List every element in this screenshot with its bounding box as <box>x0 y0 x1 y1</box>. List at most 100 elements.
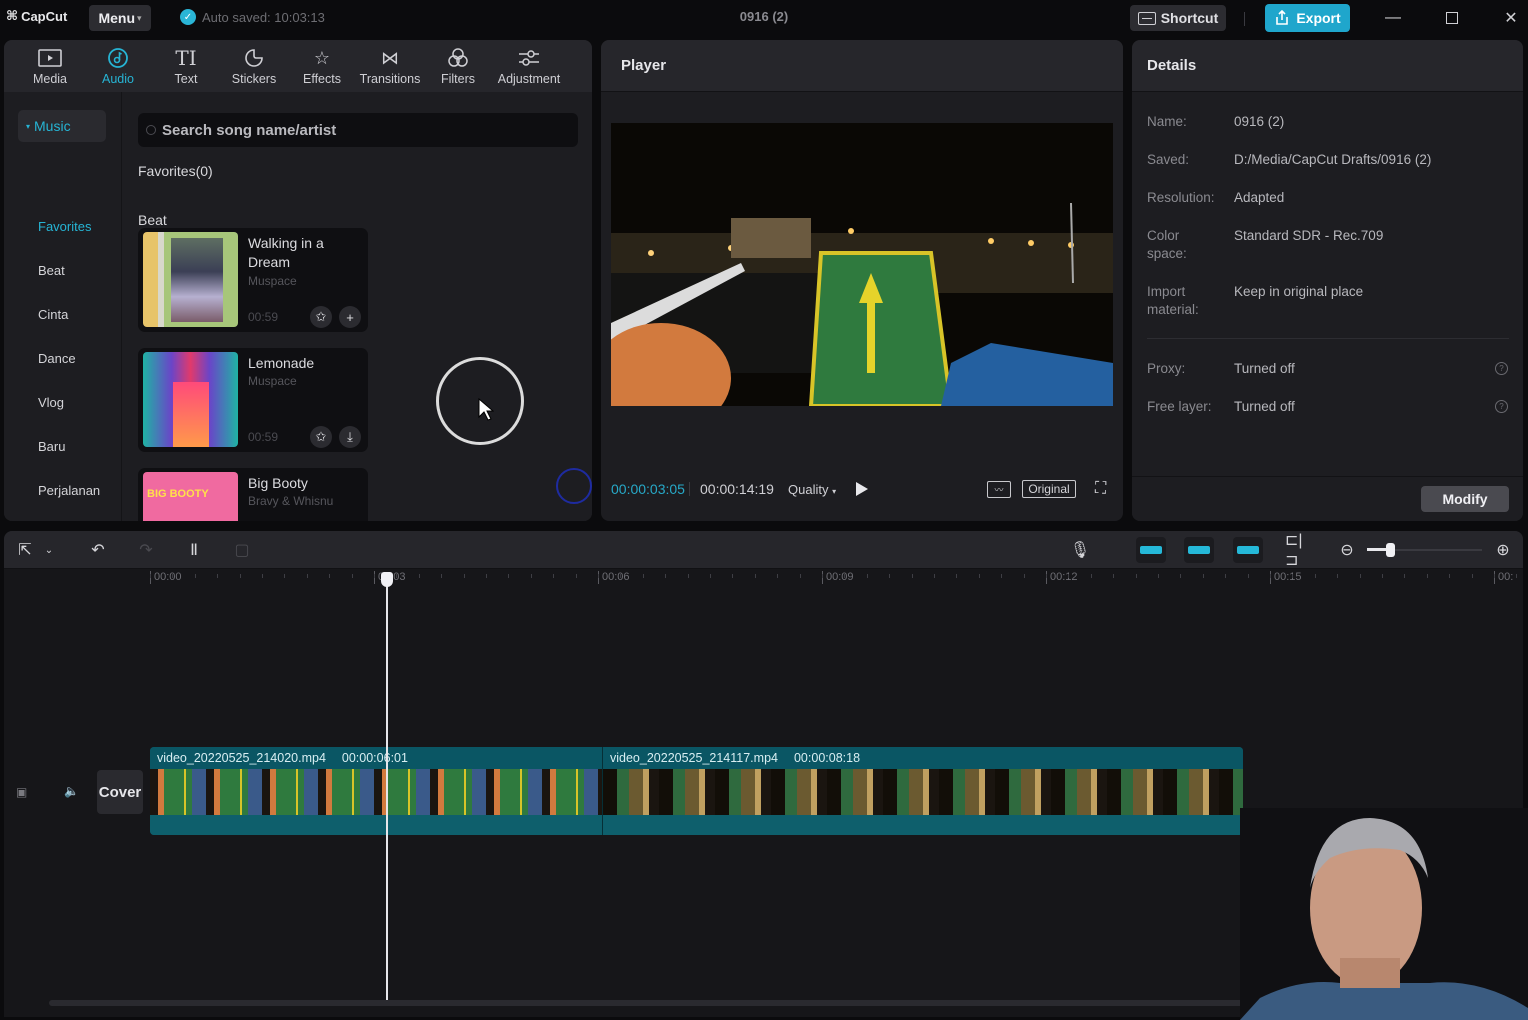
ruler-minor-tick <box>1472 574 1473 578</box>
clip-duration: 00:00:08:18 <box>793 751 861 765</box>
music-category-nav: ▾ Music Favorites Beat Cinta Dance Vlog … <box>4 92 122 521</box>
select-tool-dropdown[interactable]: ⌄ <box>42 538 56 562</box>
aspect-ratio-button[interactable]: Original <box>1022 480 1076 498</box>
ruler-minor-tick <box>374 574 375 578</box>
undo-button[interactable]: ↶ <box>86 538 110 562</box>
close-icon: ✕ <box>1504 10 1518 27</box>
caret-down-icon: ▾ <box>26 121 31 131</box>
tab-stickers[interactable]: Stickers <box>220 40 288 92</box>
video-clip[interactable]: video_20220525_214117.mp4 00:00:08:18 <box>602 747 1243 835</box>
timeline-scrollbar[interactable] <box>49 1000 1299 1006</box>
track-mute-icon[interactable]: 🔈 <box>64 784 79 798</box>
main-track-magnet-button[interactable] <box>1136 537 1166 563</box>
tab-text[interactable]: TI Text <box>152 40 220 92</box>
song-cover: BIG BOOTY <box>143 472 238 521</box>
video-clip[interactable]: video_20220525_214020.mp4 00:00:06:01 <box>150 747 602 835</box>
tab-adjustment[interactable]: Adjustment <box>492 40 566 92</box>
timeline-ruler[interactable]: 00:00 00:03 00:06 00:09 00:12 00:15 00: <box>4 570 1523 588</box>
ruler-minor-tick <box>419 574 420 578</box>
preview-axis-button[interactable]: ⊏|⊐ <box>1285 532 1309 569</box>
menu-button[interactable]: Menu ▾ <box>89 5 151 31</box>
play-button[interactable] <box>856 482 868 496</box>
zoom-in-button[interactable]: ⊕ <box>1492 538 1514 562</box>
category-beat[interactable]: Beat <box>38 263 65 278</box>
add-button[interactable]: + <box>339 306 361 328</box>
ruler-minor-tick <box>441 574 442 578</box>
ruler-minor-tick <box>329 574 330 578</box>
music-group-toggle[interactable]: ▾ Music <box>18 110 106 142</box>
select-tool-button[interactable]: ⇱ <box>14 538 36 562</box>
split-icon: Ⅱ <box>190 542 198 559</box>
quality-dropdown[interactable]: Quality ▾ <box>788 482 836 497</box>
detail-value: 0916 (2) <box>1234 114 1285 129</box>
ruler-minor-tick <box>755 574 756 578</box>
search-placeholder: Search song name/artist <box>162 121 337 139</box>
favorites-heading: Favorites(0) <box>138 163 213 179</box>
redo-button[interactable]: ↷ <box>134 538 158 562</box>
ruler-minor-tick <box>1337 574 1338 578</box>
song-artist: Muspace <box>248 274 297 288</box>
ruler-label: 00:00 <box>150 571 182 584</box>
clip-audio-waveform <box>150 815 602 835</box>
ruler-minor-tick <box>1449 574 1450 578</box>
category-vlog[interactable]: Vlog <box>38 395 64 410</box>
category-dance[interactable]: Dance <box>38 351 76 366</box>
check-icon: ✓ <box>180 9 196 25</box>
autosave-text: Auto saved: 10:03:13 <box>202 9 325 25</box>
help-icon[interactable]: ? <box>1495 362 1508 375</box>
ruler-minor-tick <box>1427 574 1428 578</box>
playhead-handle[interactable] <box>381 572 393 587</box>
timeline-toolbar: ⇱ ⌄ ↶ ↷ Ⅱ ▢ 🎙 ⊏|⊐ ⊖ ⊕ <box>4 531 1523 569</box>
song-card[interactable]: BIG BOOTY Big Booty Bravy & Whisnu <box>138 468 368 521</box>
song-card[interactable]: Walking in a Dream Muspace 00:59 ✩ + <box>138 228 368 332</box>
tab-effects[interactable]: ☆ Effects <box>288 40 356 92</box>
fullscreen-button[interactable]: ⛶ <box>1095 480 1106 498</box>
tab-filters[interactable]: Filters <box>424 40 492 92</box>
waveform-toggle[interactable]: 〰 <box>987 480 1011 498</box>
app-logo: ⌘ CapCut <box>6 8 67 24</box>
category-baru[interactable]: Baru <box>38 439 65 454</box>
song-artist: Muspace <box>248 374 297 388</box>
maximize-button[interactable] <box>1437 4 1467 32</box>
zoom-out-button[interactable]: ⊖ <box>1336 538 1358 562</box>
track-visibility-icon[interactable]: ▣ <box>16 785 27 799</box>
song-card[interactable]: Lemonade Muspace 00:59 ✩ ⤓ <box>138 348 368 452</box>
delete-button[interactable]: ▢ <box>230 538 254 562</box>
search-input[interactable]: Search song name/artist <box>138 113 578 147</box>
linkage-button[interactable] <box>1233 537 1263 563</box>
minimize-button[interactable]: — <box>1378 4 1408 32</box>
divider <box>1147 338 1509 339</box>
split-button[interactable]: Ⅱ <box>182 538 206 562</box>
tab-media[interactable]: Media <box>16 40 84 92</box>
zoom-slider-handle[interactable] <box>1386 543 1395 557</box>
ruler-minor-tick <box>307 574 308 578</box>
favorite-button[interactable]: ✩ <box>310 426 332 448</box>
download-button[interactable]: ⤓ <box>339 426 361 448</box>
tab-transitions[interactable]: ⋈ Transitions <box>356 40 424 92</box>
category-cinta[interactable]: Cinta <box>38 307 68 322</box>
cover-button[interactable]: Cover <box>97 770 143 814</box>
tab-audio[interactable]: Audio <box>84 40 152 92</box>
playhead[interactable] <box>386 579 388 1000</box>
ruler-minor-tick <box>598 574 599 578</box>
category-favorites[interactable]: Favorites <box>38 219 91 234</box>
help-icon[interactable]: ? <box>1495 400 1508 413</box>
divider <box>1244 12 1245 26</box>
record-audio-button[interactable]: 🎙 <box>1068 538 1092 562</box>
ruler-minor-tick <box>1158 574 1159 578</box>
ruler-minor-tick <box>912 574 913 578</box>
video-preview <box>611 123 1113 406</box>
modify-button[interactable]: Modify <box>1421 486 1509 512</box>
detail-key: Free layer: <box>1147 399 1212 414</box>
shortcut-button[interactable]: Shortcut <box>1130 5 1226 31</box>
close-button[interactable]: ✕ <box>1496 4 1526 32</box>
ruler-minor-tick <box>262 574 263 578</box>
category-perjalanan[interactable]: Perjalanan <box>38 483 100 498</box>
auto-snapping-button[interactable] <box>1184 537 1214 563</box>
ruler-minor-tick <box>1203 574 1204 578</box>
favorite-button[interactable]: ✩ <box>310 306 332 328</box>
export-button[interactable]: Export <box>1265 4 1350 32</box>
song-duration: 00:59 <box>248 310 279 324</box>
clip-filename: video_20220525_214117.mp4 <box>610 751 778 765</box>
resource-tabs: Media Audio TI Text Stickers ☆ Effects ⋈… <box>4 40 592 92</box>
